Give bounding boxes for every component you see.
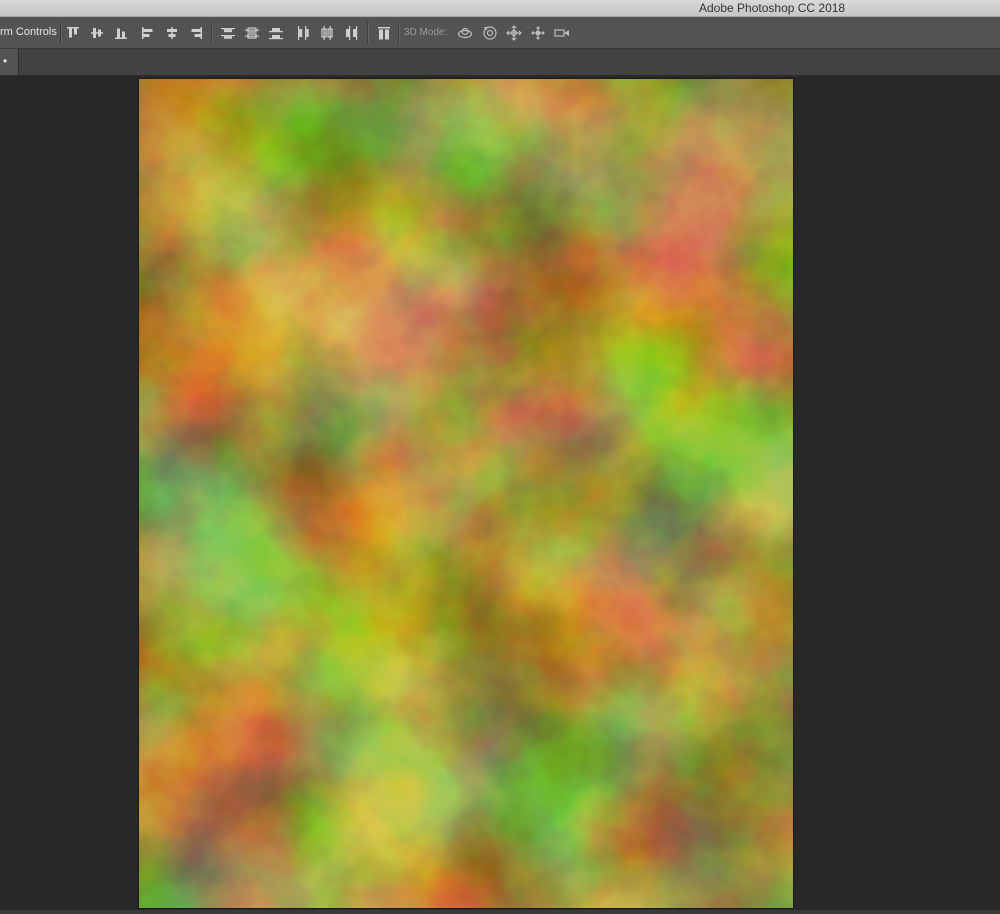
options-divider	[367, 22, 369, 44]
document-tab[interactable]: •	[0, 49, 19, 75]
align-bottom-edges-icon[interactable]	[112, 24, 130, 42]
clouds-texture	[139, 79, 793, 908]
status-bar-edge	[0, 910, 1000, 914]
align-vertical-centers-icon[interactable]	[88, 24, 106, 42]
options-divider	[60, 22, 62, 44]
distribute-top-edges-icon[interactable]	[219, 24, 237, 42]
title-bar: Adobe Photoshop CC 2018	[0, 0, 1000, 17]
options-divider	[211, 22, 213, 44]
distribute-right-edges-icon[interactable]	[342, 24, 360, 42]
document-tab-bar: •	[0, 49, 1000, 76]
auto-align-layers-icon[interactable]	[375, 24, 393, 42]
roll-3d-icon[interactable]	[481, 24, 499, 42]
scale-3d-icon[interactable]	[553, 24, 571, 42]
window-title: Adobe Photoshop CC 2018	[699, 1, 846, 15]
active-tab-marker: •	[3, 54, 8, 68]
distribute-horizontal-centers-icon[interactable]	[318, 24, 336, 42]
align-right-edges-icon[interactable]	[187, 24, 205, 42]
align-left-edges-icon[interactable]	[139, 24, 157, 42]
distribute-left-edges-icon[interactable]	[294, 24, 312, 42]
document-canvas[interactable]	[139, 79, 793, 908]
distribute-vertical-centers-icon[interactable]	[243, 24, 261, 42]
3d-mode-label: 3D Mode:	[404, 27, 448, 38]
drag-3d-icon[interactable]	[505, 24, 523, 42]
distribute-bottom-edges-icon[interactable]	[267, 24, 285, 42]
show-transform-controls-label[interactable]: rm Controls	[0, 26, 57, 38]
options-divider	[398, 22, 400, 44]
align-top-edges-icon[interactable]	[64, 24, 82, 42]
orbit-3d-icon[interactable]	[456, 24, 474, 42]
options-bar: rm Controls 3D Mode:	[0, 17, 1000, 49]
slide-3d-icon[interactable]	[529, 24, 547, 42]
align-horizontal-centers-icon[interactable]	[163, 24, 181, 42]
